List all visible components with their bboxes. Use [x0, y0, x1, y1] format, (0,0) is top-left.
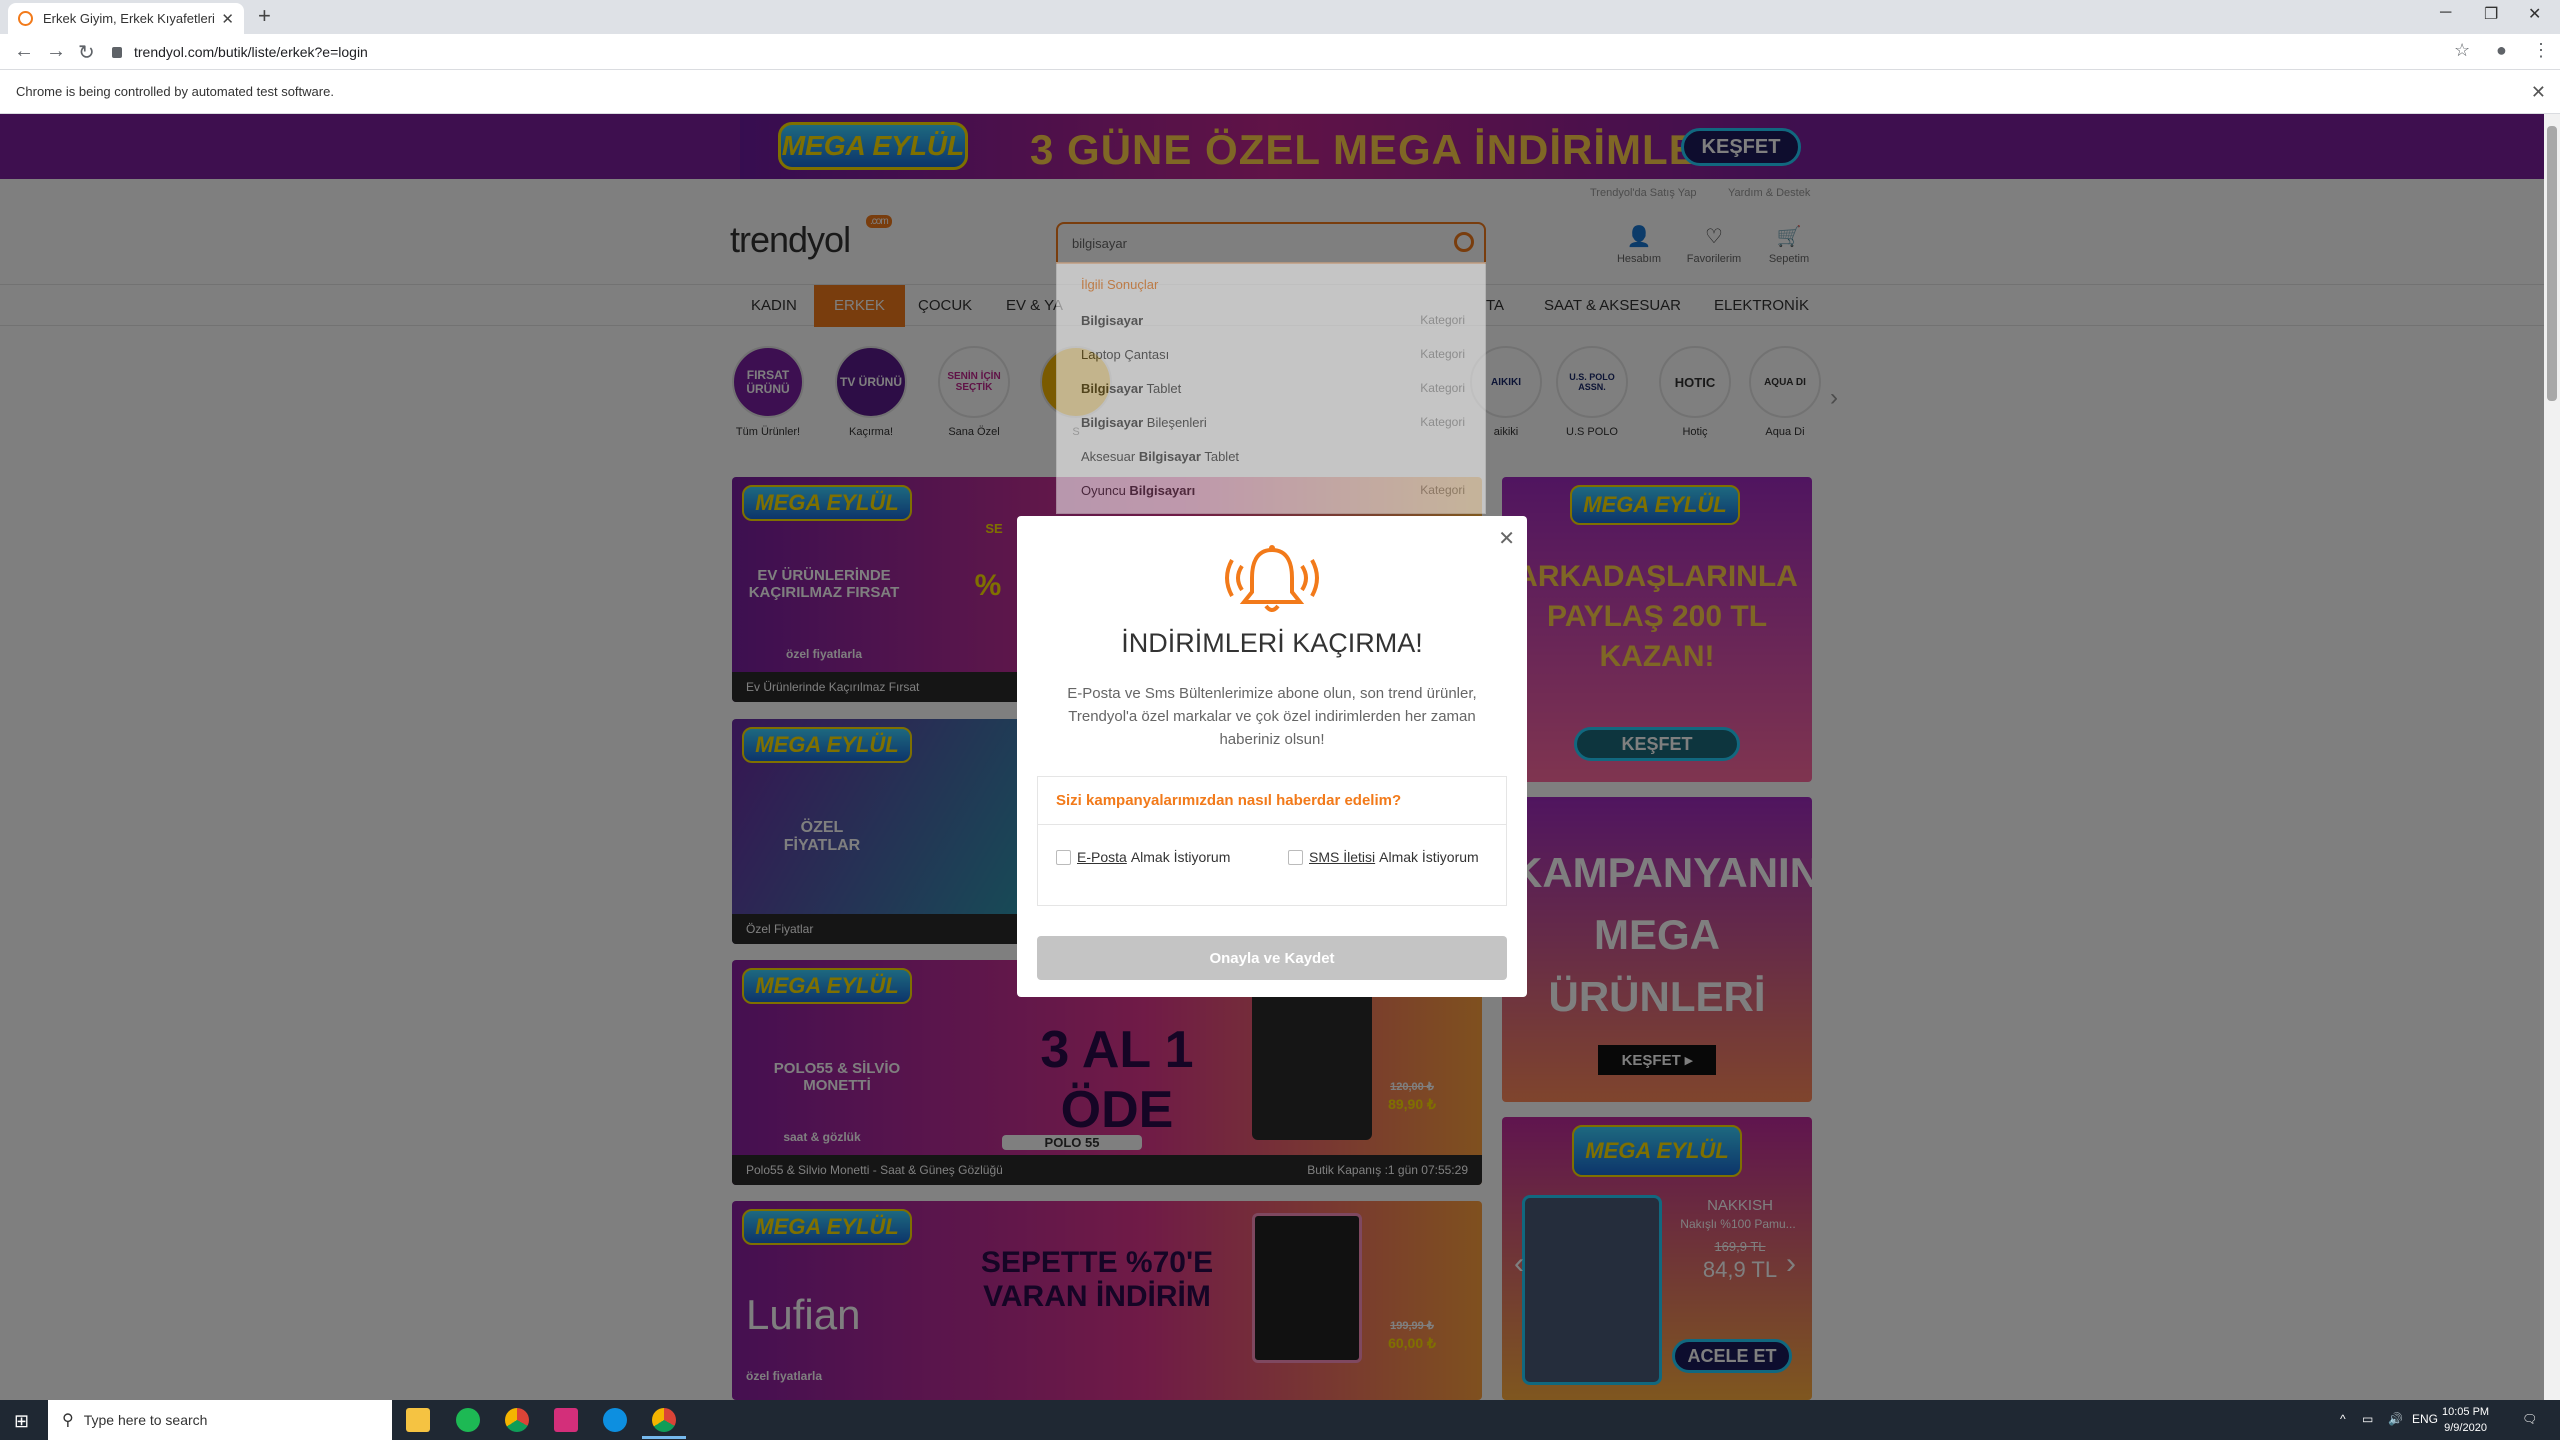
tab-close-icon[interactable]: ✕	[221, 10, 234, 28]
sms-option-label: Almak İstiyorum	[1379, 849, 1479, 865]
email-option-label: Almak İstiyorum	[1130, 849, 1231, 865]
suggestion-bold: Bilgisayar	[1081, 313, 1144, 328]
restore-icon[interactable]: ❐	[2484, 4, 2498, 24]
window-close-icon[interactable]: ✕	[2528, 4, 2541, 24]
suggestions-heading: İlgili Sonuçlar	[1081, 277, 1159, 292]
automation-infobar: Chrome is being controlled by automated …	[0, 70, 2560, 114]
suggestion-item[interactable]: Bilgisayar Tablet Kategori	[1081, 381, 1465, 396]
suggestion-bold: Bilgisayarı	[1129, 483, 1196, 498]
windows-taskbar: ⊞ ⚲ Type here to search ^ ▭ 🔊 ENG 10:05 …	[0, 1400, 2560, 1440]
clock-date: 9/9/2020	[2444, 1422, 2487, 1434]
infobar-close-icon[interactable]: ✕	[2531, 82, 2546, 103]
suggestion-rest: Oyuncu	[1081, 483, 1130, 498]
suggestion-type: Kategori	[1420, 313, 1465, 327]
menu-kebab-icon[interactable]: ⋮	[2532, 40, 2550, 61]
suggestion-item[interactable]: Laptop Çantası Kategori	[1081, 347, 1465, 362]
suggestion-type: Kategori	[1420, 415, 1465, 429]
bookmark-star-icon[interactable]: ☆	[2454, 40, 2470, 61]
lock-icon	[112, 46, 122, 58]
tray-chevron-icon[interactable]: ^	[2340, 1412, 2346, 1426]
submit-button[interactable]: Onayla ve Kaydet	[1037, 936, 1507, 980]
profile-icon[interactable]: ●	[2496, 40, 2507, 61]
modal-close-icon[interactable]: ✕	[1498, 526, 1515, 551]
suggestion-bold: Bilgisayar	[1081, 415, 1144, 430]
email-link[interactable]: E-Posta	[1077, 849, 1127, 865]
suggestion-bold: Bilgisayar	[1138, 449, 1201, 464]
new-tab-button[interactable]: +	[258, 3, 271, 29]
browser-tabstrip: Erkek Giyim, Erkek Kıyafetleri, Erk ✕ + …	[0, 0, 2560, 34]
language-indicator[interactable]: ENG	[2412, 1412, 2438, 1426]
suggestion-bold: Bilgisayar	[1081, 381, 1144, 396]
minimize-icon[interactable]: ─	[2440, 4, 2451, 22]
suggestion-rest: Laptop Çantası	[1081, 347, 1170, 362]
notifications-icon[interactable]: 🗨	[2522, 1412, 2537, 1426]
reload-icon[interactable]: ↻	[78, 40, 95, 65]
url-text: trendyol.com/butik/liste/erkek?e=login	[134, 44, 368, 60]
email-option[interactable]: E-Posta Almak İstiyorum	[1056, 849, 1230, 865]
suggestion-rest: Bileşenleri	[1143, 415, 1207, 430]
browser-toolbar: ← → ↻ trendyol.com/butik/liste/erkek?e=l…	[0, 34, 2560, 70]
browser-tab[interactable]: Erkek Giyim, Erkek Kıyafetleri, Erk ✕	[8, 3, 244, 34]
tab-title: Erkek Giyim, Erkek Kıyafetleri, Erk	[43, 11, 216, 26]
sms-link[interactable]: SMS İletisi	[1309, 849, 1375, 865]
back-icon[interactable]: ←	[14, 40, 34, 63]
file-explorer-icon[interactable]	[406, 1408, 430, 1432]
suggestion-item[interactable]: Bilgisayar Kategori	[1081, 313, 1465, 328]
address-bar[interactable]: trendyol.com/butik/liste/erkek?e=login	[112, 38, 2472, 66]
volume-icon[interactable]: 🔊	[2388, 1412, 2403, 1426]
spotify-icon[interactable]	[456, 1408, 480, 1432]
sms-checkbox[interactable]	[1288, 849, 1303, 865]
scrollbar-thumb[interactable]	[2547, 126, 2557, 401]
windows-start-icon[interactable]: ⊞	[14, 1411, 29, 1432]
suggestion-rest: Tablet	[1143, 381, 1182, 396]
edge-icon[interactable]	[603, 1408, 627, 1432]
suggestion-type: Kategori	[1420, 381, 1465, 395]
suggestion-type: Kategori	[1420, 347, 1465, 361]
modal-title: İNDİRİMLERİ KAÇIRMA!	[1121, 628, 1423, 658]
page-scrollbar[interactable]	[2544, 114, 2560, 1400]
newsletter-modal: ✕ İNDİRİMLERİ KAÇIRMA! E-Posta ve Sms Bü…	[1017, 516, 1527, 997]
chrome-icon[interactable]	[505, 1408, 529, 1432]
suggestion-item[interactable]: Oyuncu Bilgisayarı Kategori	[1081, 483, 1465, 498]
infobar-text: Chrome is being controlled by automated …	[16, 84, 334, 99]
bell-icon	[1225, 545, 1319, 612]
search-suggestions-dropdown: İlgili Sonuçlar Bilgisayar Kategori Lapt…	[1056, 262, 1486, 514]
subscription-question: Sizi kampanyalarımızdan nasıl haberdar e…	[1038, 777, 1506, 825]
network-icon[interactable]: ▭	[2362, 1412, 2373, 1426]
taskbar-search-placeholder: Type here to search	[83, 1412, 208, 1428]
suggestion-type: Kategori	[1420, 483, 1465, 497]
taskbar-clock[interactable]: 10:05 PM 9/9/2020	[2442, 1404, 2489, 1436]
suggestion-item[interactable]: Bilgisayar Bileşenleri Kategori	[1081, 415, 1465, 430]
sms-option[interactable]: SMS İletisi Almak İstiyorum	[1288, 849, 1479, 865]
trendyol-favicon-icon	[18, 11, 33, 26]
clock-time: 10:05 PM	[2442, 1406, 2490, 1418]
suggestion-item[interactable]: Aksesuar Bilgisayar Tablet	[1081, 449, 1465, 464]
search-icon: ⚲	[62, 1412, 74, 1429]
subscription-options: Sizi kampanyalarımızdan nasıl haberdar e…	[1037, 776, 1507, 906]
chrome-active-icon[interactable]	[642, 1408, 686, 1439]
jetbrains-icon[interactable]	[554, 1408, 578, 1432]
modal-description: E-Posta ve Sms Bültenlerimize abone olun…	[1067, 685, 1477, 748]
forward-icon[interactable]: →	[46, 40, 66, 63]
email-checkbox[interactable]	[1056, 849, 1071, 865]
taskbar-search-input[interactable]: ⚲ Type here to search	[48, 1400, 392, 1440]
